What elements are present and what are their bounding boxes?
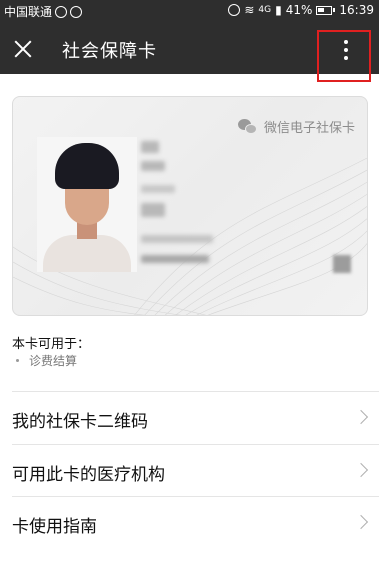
chevron-right-icon [353, 462, 369, 478]
usage-item-label: 诊费结算 [29, 354, 78, 368]
status-right: ≋ 4G ▮ 41% 16:39 [228, 3, 374, 17]
clock: 16:39 [339, 3, 374, 17]
card-brand: 微信电子社保卡 [237, 117, 355, 136]
redacted-field [141, 235, 213, 243]
redacted-field [141, 141, 159, 153]
network-type: 4G [258, 5, 272, 15]
status-bar: 中国联通 ≋ 4G ▮ 41% 16:39 [0, 0, 379, 22]
redacted-field [141, 185, 175, 193]
redacted-field [333, 255, 351, 273]
redacted-field [141, 255, 209, 263]
wifi-icon: ≋ [244, 3, 255, 17]
menu-item-medical-institutions[interactable]: 可用此卡的医疗机构 [0, 445, 379, 497]
status-left: 中国联通 [4, 3, 83, 20]
signal-icon: ▮ [275, 3, 282, 17]
bullet-icon [16, 359, 19, 362]
menu-item-label: 我的社保卡二维码 [12, 412, 148, 432]
card-brand-label: 微信电子社保卡 [263, 121, 355, 136]
weibo-icon [70, 5, 83, 18]
chevron-right-icon [353, 514, 369, 530]
page-title: 社会保障卡 [62, 41, 157, 62]
usage-title: 本卡可用于： [12, 337, 91, 352]
battery-nub [333, 8, 336, 12]
menu-item-label: 可用此卡的医疗机构 [12, 465, 165, 485]
battery-icon [316, 5, 333, 15]
chevron-right-icon [353, 409, 369, 425]
menu-item-label: 卡使用指南 [12, 517, 97, 537]
more-vertical-icon [344, 40, 348, 64]
notification-icon [55, 5, 68, 18]
redacted-field [141, 161, 165, 171]
carrier-label: 中国联通 [4, 5, 53, 19]
title-bar: 社会保障卡 [0, 22, 379, 82]
wechat-icon [237, 118, 258, 135]
usage-item: 诊费结算 [16, 352, 77, 369]
redacted-field [141, 203, 165, 217]
menu-item-card-guide[interactable]: 卡使用指南 [0, 497, 379, 549]
card-holder-photo [37, 137, 137, 272]
close-icon[interactable] [10, 36, 36, 62]
alarm-icon [228, 4, 241, 16]
more-options-button[interactable] [317, 30, 371, 82]
social-security-card[interactable]: 微信电子社保卡 [12, 96, 368, 316]
menu-item-qr-code[interactable]: 我的社保卡二维码 [0, 392, 379, 444]
battery-percent: 41% [285, 3, 313, 17]
